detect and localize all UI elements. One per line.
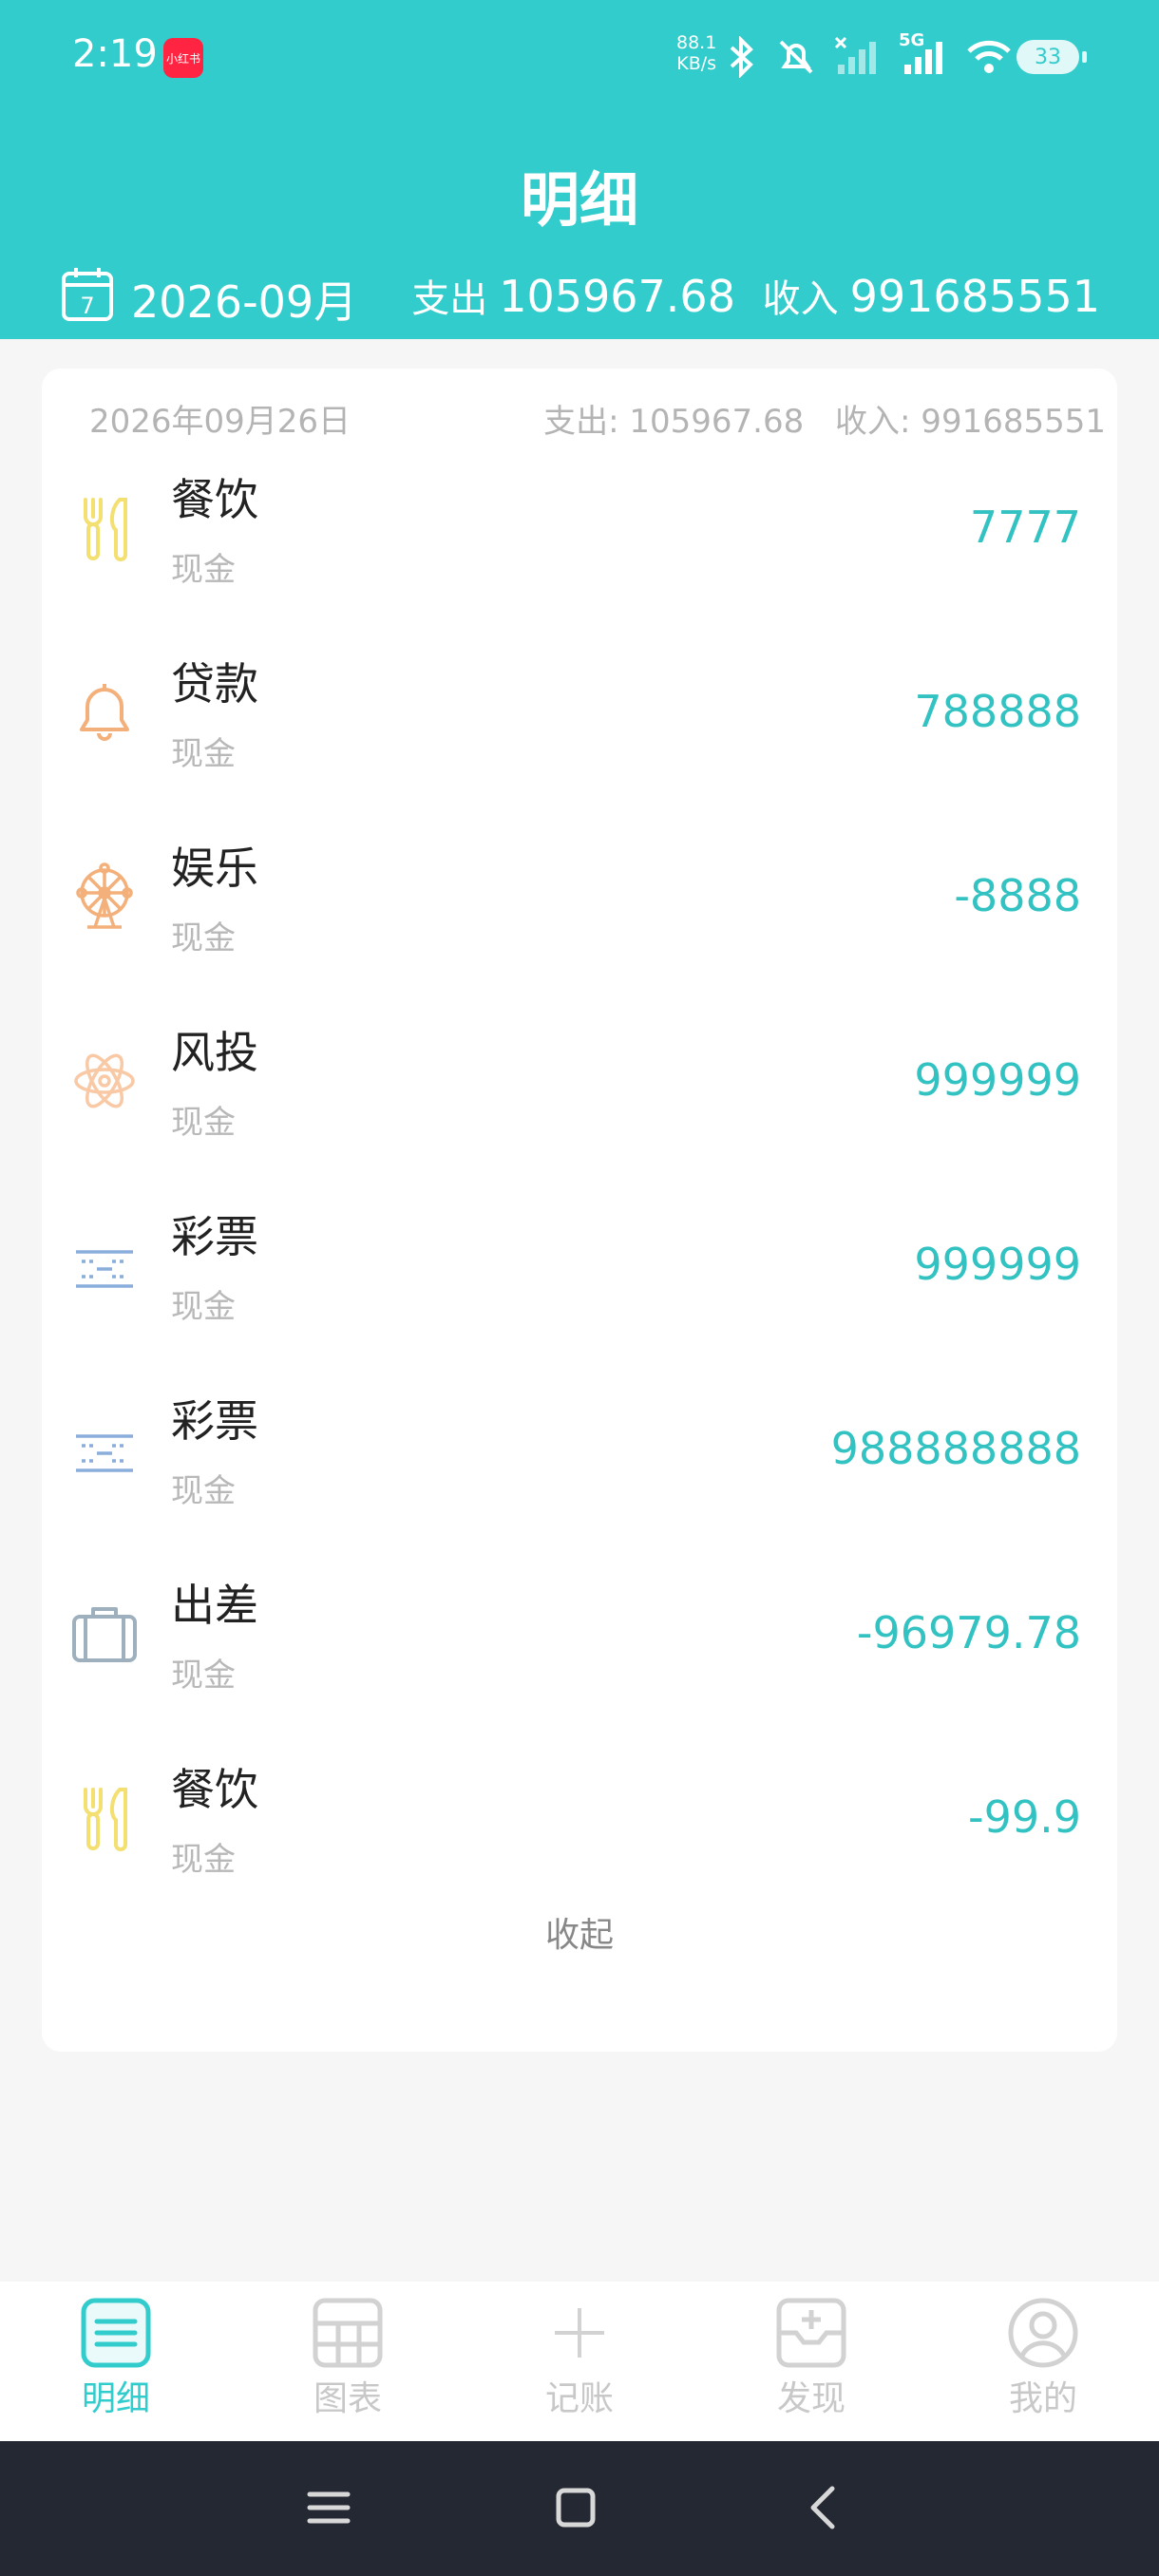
cutlery-icon [84,1788,127,1851]
bluetooth-icon [730,36,753,78]
bottom-nav: 明细 图表 记账 发现 我的 [0,2282,1159,2441]
calendar-icon[interactable]: 7 [61,266,114,323]
bell-icon [80,684,129,741]
status-bar: 2:19 小红书 88.1 KB/s 5G 33 [0,0,1159,114]
amount: 988888888 [830,1423,1081,1474]
collapse-button[interactable]: 收起 [42,1907,1117,1957]
cutlery-icon [84,498,127,561]
category-name: 餐饮 [171,1764,258,1815]
suitcase-icon [72,1607,137,1662]
signal-sim2-icon: 5G [899,30,948,78]
account-name: 现金 [171,551,236,589]
ferris-wheel-icon [76,862,133,929]
account-name: 现金 [171,1841,236,1879]
tab-label: 图表 [313,2379,382,2418]
amount: -96979.78 [856,1607,1081,1658]
day-expense: 支出: 105967.68 [543,403,805,441]
atom-icon [74,1053,135,1108]
amount: 999999 [914,1239,1081,1290]
tab-details[interactable]: 明细 [40,2297,192,2430]
transaction-row[interactable]: 贷款 现金 788888 [42,638,1117,823]
income-value: 991685551 [849,271,1100,322]
expense-label: 支出 [411,277,488,321]
tab-label: 记账 [544,2379,614,2418]
plus-icon [555,2308,604,2358]
svg-text:7: 7 [80,293,94,319]
account-name: 现金 [171,735,236,773]
back-icon[interactable] [796,2479,853,2536]
transaction-row[interactable]: 娱乐 现金 -8888 [42,823,1117,1007]
transaction-row[interactable]: 餐饮 现金 7777 [42,454,1117,638]
status-icons: 5G [726,28,1013,85]
tab-add-record[interactable]: 记账 [504,2297,656,2430]
category-name: 风投 [171,1027,258,1078]
xiaohongshu-app-icon: 小红书 [163,38,203,78]
transactions-card: 2026年09月26日 支出: 105967.68 收入: 991685551 … [42,369,1117,2052]
network-speed: 88.1 KB/s [676,32,717,74]
tab-discover[interactable]: 发现 [735,2297,887,2430]
account-name: 现金 [171,1472,236,1510]
account-name: 现金 [171,1657,236,1695]
status-time: 2:19 [72,32,158,76]
discover-icon [776,2298,846,2368]
month-totals: 支出 105967.68 收入 991685551 [411,268,1100,323]
lottery-icon [76,1250,133,1288]
account-name: 现金 [171,919,236,957]
tab-charts[interactable]: 图表 [272,2297,424,2430]
category-name: 贷款 [171,658,258,710]
account-name: 现金 [171,1104,236,1142]
transaction-row[interactable]: 出差 现金 -96979.78 [42,1560,1117,1744]
page-title: 明细 [520,165,638,235]
tab-label: 明细 [81,2379,150,2418]
mute-icon [779,40,813,74]
lottery-icon [76,1434,133,1472]
wifi-icon [967,40,1011,73]
category-name: 出差 [171,1580,258,1631]
transaction-row[interactable]: 彩票 现金 988888888 [42,1375,1117,1560]
amount: -99.9 [967,1791,1081,1843]
month-selector[interactable]: 2026-09月 [131,268,357,331]
tab-label: 发现 [776,2379,846,2418]
tab-label: 我的 [1008,2379,1077,2418]
user-icon [1008,2298,1078,2368]
amount: 999999 [914,1054,1081,1106]
system-navigation-bar [0,2441,1159,2576]
amount: 7777 [969,502,1081,553]
transaction-row[interactable]: 风投 现金 999999 [42,1007,1117,1191]
header: 2:19 小红书 88.1 KB/s 5G 33 明细 7 2026-09月 支… [0,0,1159,339]
home-icon[interactable] [547,2479,604,2536]
day-totals: 支出: 105967.68 收入: 991685551 [540,395,1106,442]
month-summary: 7 2026-09月 支出 105967.68 收入 991685551 [0,258,1159,334]
expense-value: 105967.68 [499,271,735,322]
list-icon [81,2298,151,2368]
account-name: 现金 [171,1288,236,1326]
signal-sim1-icon [834,36,876,74]
category-name: 餐饮 [171,474,258,525]
income-label: 收入 [762,277,839,321]
category-name: 娱乐 [171,843,258,894]
chart-table-icon [313,2298,383,2368]
menu-icon[interactable] [300,2479,357,2536]
category-name: 彩票 [171,1395,258,1447]
transaction-row[interactable]: 彩票 现金 999999 [42,1191,1117,1375]
tab-profile[interactable]: 我的 [967,2297,1119,2430]
battery-icon: 33 [1016,40,1087,74]
category-name: 彩票 [171,1211,258,1262]
amount: -8888 [954,870,1081,921]
day-date: 2026年09月26日 [89,403,352,441]
day-income: 收入: 991685551 [835,403,1106,441]
amount: 788888 [914,686,1081,737]
transaction-row[interactable]: 餐饮 现金 -99.9 [42,1744,1117,1928]
